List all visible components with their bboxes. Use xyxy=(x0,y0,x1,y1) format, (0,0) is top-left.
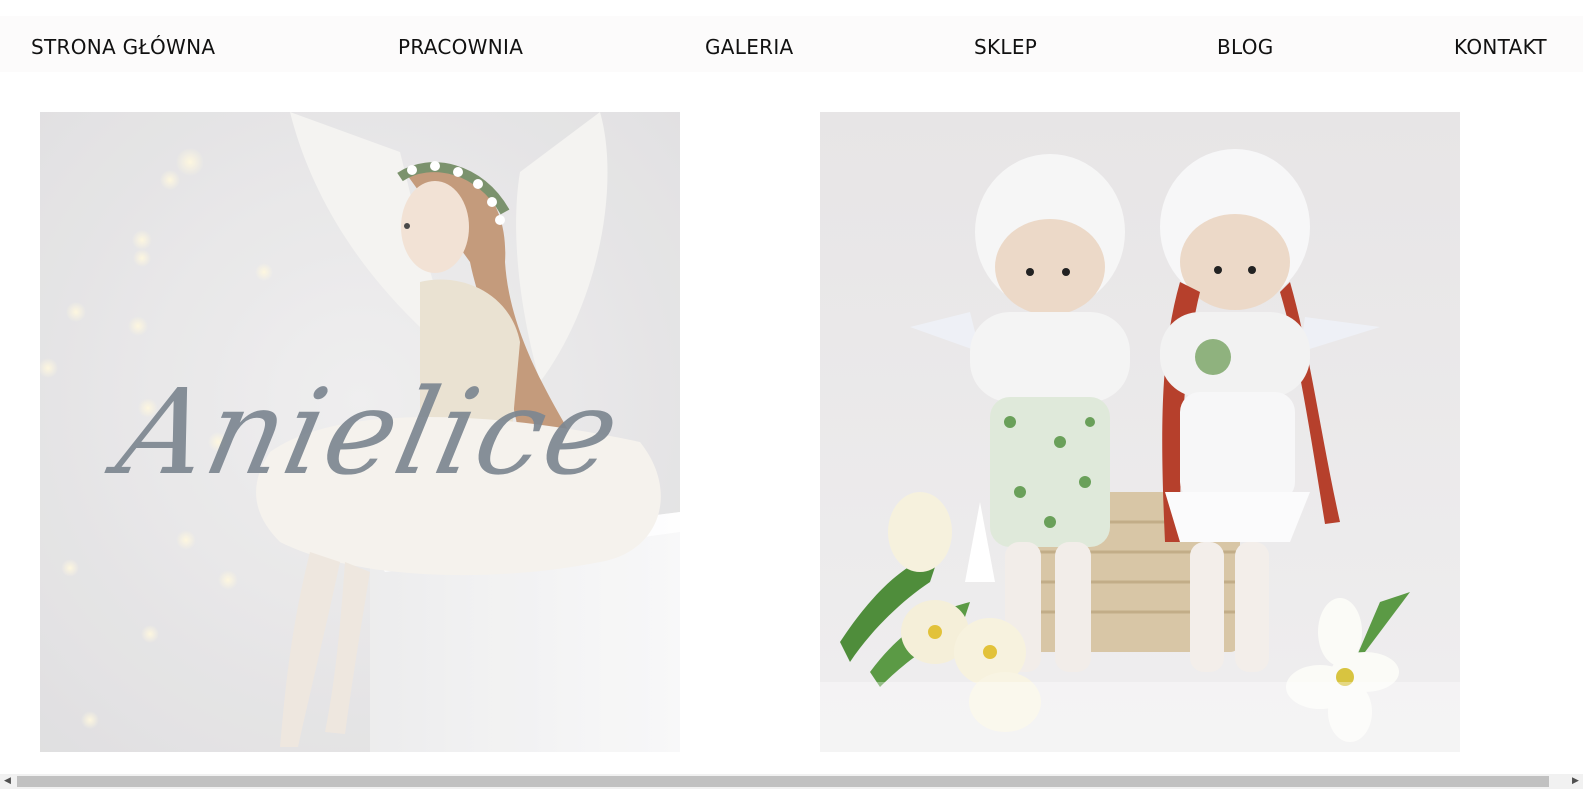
main-nav: STRONA GŁÓWNA PRACOWNIA GALERIA SKLEP BL… xyxy=(0,16,1583,72)
nav-item-studio[interactable]: PRACOWNIA xyxy=(398,16,523,72)
gallery-tile-dolls[interactable] xyxy=(820,112,1460,752)
gallery-tile-anielice[interactable]: Anielice xyxy=(40,112,680,752)
nav-item-gallery[interactable]: GALERIA xyxy=(705,16,794,72)
scroll-right-icon[interactable]: ▶ xyxy=(1568,774,1583,789)
scroll-left-icon[interactable]: ◀ xyxy=(0,774,15,789)
nav-item-contact[interactable]: KONTAKT xyxy=(1454,16,1547,72)
two-angel-dolls-photo xyxy=(820,112,1460,752)
scrollbar-thumb[interactable] xyxy=(17,776,1549,787)
nav-item-shop[interactable]: SKLEP xyxy=(974,16,1037,72)
horizontal-scrollbar[interactable]: ◀ ▶ xyxy=(0,774,1583,789)
nav-item-blog[interactable]: BLOG xyxy=(1217,16,1274,72)
nav-item-home[interactable]: STRONA GŁÓWNA xyxy=(31,16,215,72)
angel-doll-photo xyxy=(40,112,680,752)
